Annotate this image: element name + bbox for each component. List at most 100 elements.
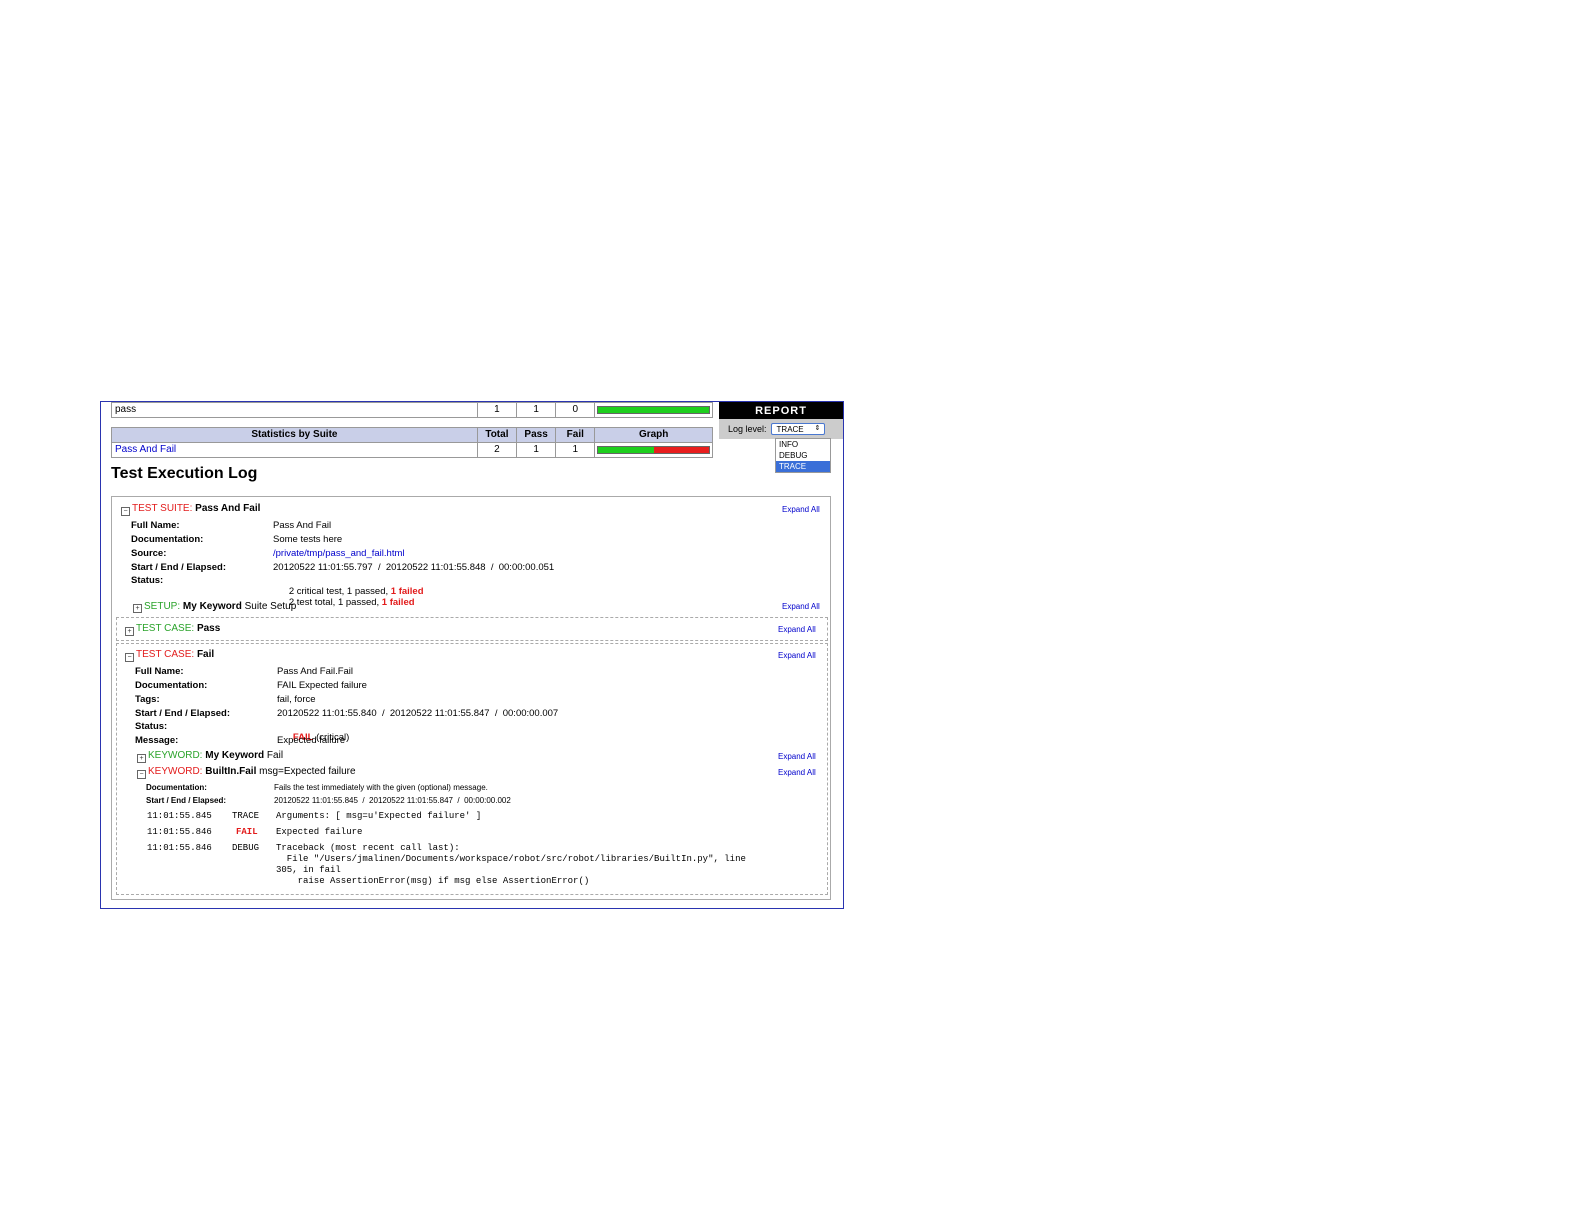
page-title: Test Execution Log <box>111 465 258 482</box>
tag-pass: 1 <box>515 402 557 418</box>
meta-value: 20120522 11:01:55.840 / 20120522 11:01:5… <box>277 708 559 719</box>
collapse-icon[interactable]: − <box>137 770 146 779</box>
meta-value: Pass And Fail.Fail <box>277 666 354 677</box>
pass-segment <box>598 407 709 413</box>
table-row[interactable]: Pass And Fail 2 1 1 <box>111 442 713 458</box>
meta-value: 20120522 11:01:55.845 / 20120522 11:01:5… <box>274 796 511 805</box>
table-header-row: Statistics by Suite Total Pass Fail Grap… <box>111 427 713 443</box>
traceback-line: File "/Users/jmalinen/Documents/workspac… <box>276 854 746 864</box>
suite-fail: 1 <box>555 442 596 458</box>
traceback-line: 305, in fail <box>276 865 341 875</box>
meta-value: FAIL Expected failure <box>277 680 367 691</box>
log-level-panel: Log level: TRACE ⇕ <box>719 419 843 439</box>
tag-graph <box>594 402 713 418</box>
expand-all-link[interactable]: Expand All <box>782 505 820 514</box>
log-level-option-trace[interactable]: TRACE <box>776 461 830 472</box>
expand-icon[interactable]: + <box>125 627 134 636</box>
meta-label: Documentation: <box>146 783 207 792</box>
log-tree: − TEST SUITE: Pass And Fail Expand All F… <box>111 496 831 900</box>
meta-value: Some tests here <box>273 534 343 545</box>
setup-name: My Keyword <box>182 601 242 612</box>
pass-fail-bar <box>597 406 710 414</box>
message-time: 11:01:55.846 <box>147 843 212 853</box>
setup-header[interactable]: SETUP: My Keyword Suite Setup <box>144 601 296 612</box>
source-link[interactable]: /private/tmp/pass_and_fail.html <box>273 548 404 559</box>
suite-name-link[interactable]: Pass And Fail <box>111 442 478 458</box>
table-row[interactable]: pass 1 1 0 <box>111 402 713 418</box>
suite-statistics-table: Statistics by Suite Total Pass Fail Grap… <box>111 427 713 458</box>
log-level-option-info[interactable]: INFO <box>776 439 830 450</box>
keyword-type-label: KEYWORD: <box>148 766 203 777</box>
updown-arrows-icon: ⇕ <box>814 425 821 432</box>
expand-all-link[interactable]: Expand All <box>778 752 816 761</box>
meta-label: Tags: <box>135 694 160 705</box>
suite-link[interactable]: Pass And Fail <box>115 444 176 455</box>
setup-type-label: SETUP: <box>144 601 181 612</box>
report-link[interactable]: REPORT <box>719 402 843 419</box>
meta-label: Status: <box>135 721 168 732</box>
meta-label: Full Name: <box>131 520 180 531</box>
suite-pass: 1 <box>515 442 557 458</box>
collapse-icon[interactable]: − <box>121 507 130 516</box>
suite-type-label: TEST SUITE: <box>132 503 193 514</box>
tag-total: 1 <box>476 402 518 418</box>
expand-icon[interactable]: + <box>137 754 146 763</box>
log-level-select[interactable]: TRACE ⇕ <box>770 423 825 435</box>
expand-all-link[interactable]: Expand All <box>778 651 816 660</box>
top-link-2[interactable] <box>629 68 709 80</box>
tag-fail: 0 <box>555 402 596 418</box>
meta-value: Expected failure <box>277 735 346 746</box>
keyword-header[interactable]: KEYWORD: My Keyword Fail <box>148 750 283 761</box>
expand-all-link[interactable]: Expand All <box>782 602 820 611</box>
message-level: FAIL <box>236 827 258 837</box>
status-failed: 1 failed <box>381 597 415 608</box>
suite-header-graph: Graph <box>594 427 713 443</box>
suite-header[interactable]: TEST SUITE: Pass And Fail <box>132 503 260 514</box>
tag-statistics-table: pass 1 1 0 <box>111 402 713 418</box>
log-level-label: Log level: <box>728 424 767 434</box>
test-name: Pass <box>196 623 221 634</box>
top-link-5[interactable] <box>583 172 647 184</box>
message-text: Traceback (most recent call last): <box>276 843 460 853</box>
meta-label: Documentation: <box>131 534 204 545</box>
meta-label: Start / End / Elapsed: <box>135 708 231 719</box>
test-fail-header[interactable]: TEST CASE: Fail <box>136 649 214 660</box>
status-text: 2 test total, 1 passed, <box>288 597 382 608</box>
suite-header-total: Total <box>476 427 518 443</box>
message-time: 11:01:55.846 <box>147 827 212 837</box>
meta-label: Source: <box>131 548 167 559</box>
top-link-4[interactable] <box>764 68 797 80</box>
message-time: 11:01:55.845 <box>147 811 212 821</box>
expand-all-link[interactable]: Expand All <box>778 768 816 777</box>
meta-value: 20120522 11:01:55.797 / 20120522 11:01:5… <box>273 562 555 573</box>
keyword-name: My Keyword <box>205 750 265 761</box>
keyword-name: BuiltIn.Fail <box>205 766 257 777</box>
collapse-icon[interactable]: − <box>125 653 134 662</box>
test-pass-header[interactable]: TEST CASE: Pass <box>136 623 220 634</box>
meta-label: Start / End / Elapsed: <box>146 796 227 805</box>
meta-value: Fails the test immediately with the give… <box>274 783 488 792</box>
pass-fail-bar <box>597 446 710 454</box>
meta-label: Message: <box>135 735 179 746</box>
meta-label: Full Name: <box>135 666 184 677</box>
meta-label: Start / End / Elapsed: <box>131 562 227 573</box>
meta-label: Documentation: <box>135 680 208 691</box>
keyword-type-label: KEYWORD: <box>148 750 203 761</box>
suite-name: Pass And Fail <box>195 503 261 514</box>
log-screenshot: pass 1 1 0 Statistics by Suite Total Pas… <box>100 401 844 909</box>
keyword-header[interactable]: KEYWORD: BuiltIn.Fail msg=Expected failu… <box>148 766 356 777</box>
top-link-1[interactable] <box>583 68 621 80</box>
expand-all-link[interactable]: Expand All <box>778 625 816 634</box>
suite-graph <box>594 442 713 458</box>
message-level: TRACE <box>232 811 260 821</box>
keyword-args: Fail <box>266 750 284 761</box>
expand-icon[interactable]: + <box>133 604 142 613</box>
tag-name: pass <box>111 402 478 418</box>
log-level-option-debug[interactable]: DEBUG <box>776 450 830 461</box>
log-level-options: INFO DEBUG TRACE <box>775 438 831 473</box>
meta-value: Pass And Fail <box>273 520 332 531</box>
suite-header-name: Statistics by Suite <box>111 427 478 443</box>
top-link-6[interactable] <box>878 200 1002 212</box>
top-link-3[interactable] <box>724 68 758 80</box>
test-pass-box <box>116 617 828 641</box>
